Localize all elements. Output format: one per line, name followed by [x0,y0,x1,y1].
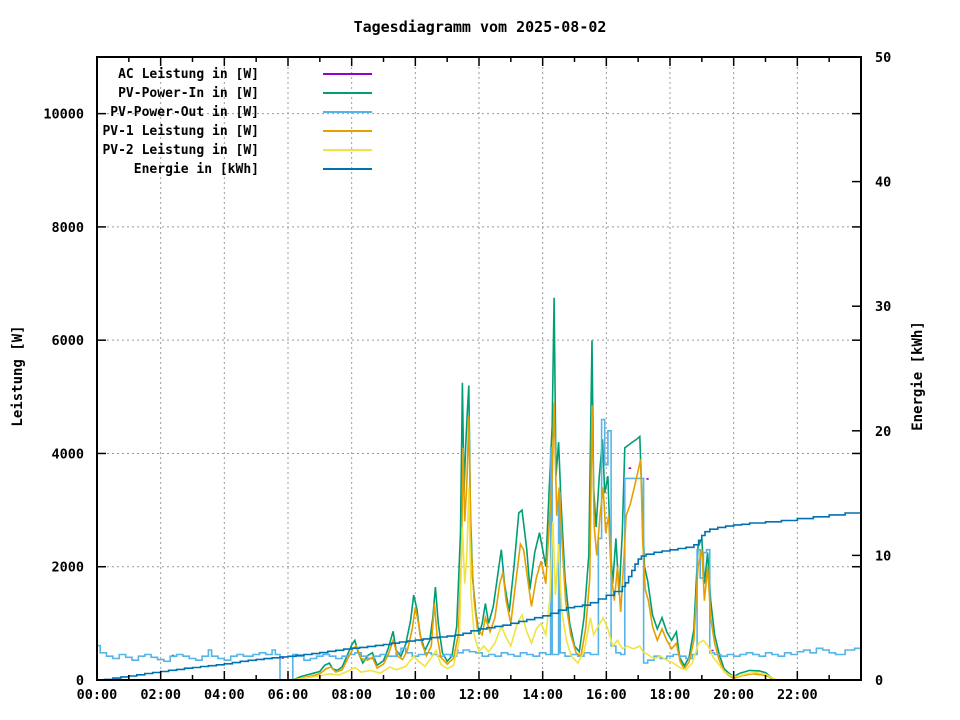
x-tick-label: 04:00 [204,687,245,703]
x-tick-label: 10:00 [395,687,436,703]
y1-tick-label: 10000 [43,107,84,123]
legend-label: PV-Power-Out in [W] [110,105,259,120]
y2-tick-label: 50 [875,50,891,66]
y2-tick-label: 0 [875,673,883,689]
chart-title: Tagesdiagramm vom 2025-08-02 [353,18,607,36]
x-tick-label: 22:00 [777,687,818,703]
x-tick-label: 18:00 [650,687,691,703]
chart: Tagesdiagramm vom 2025-08-02 Leistung [W… [0,0,960,720]
y1-tick-label: 0 [76,673,84,689]
y2-tick-label: 10 [875,548,891,564]
x-tick-label: 20:00 [713,687,754,703]
x-tick-label: 06:00 [268,687,309,703]
legend-label: PV-2 Leistung in [W] [102,143,259,158]
plot-svg: 00:00 02:00 04:00 06:00 08:00 10:00 12:00 14:00… [43,50,891,703]
y2-tick-label: 20 [875,424,891,440]
legend-label: PV-1 Leistung in [W] [102,124,259,139]
y1-tick-label: 8000 [51,220,84,236]
series-line-pv-power-in-in-w- [291,297,776,680]
y-axis-label-left: Leistung [W] [10,325,26,427]
x-tick-label: 12:00 [459,687,500,703]
y1-tick-label: 2000 [51,560,84,576]
legend-label: Energie in [kWh] [134,162,259,177]
legend: AC Leistung in [W] PV-Power-In in [W] PV-P… [102,67,372,177]
y-axis-label-right: Energie [kWh] [910,321,926,431]
x-tick-label: 08:00 [331,687,372,703]
x-tick-label: 14:00 [522,687,563,703]
y2-tick-label: 40 [875,175,891,191]
x-tick-label: 16:00 [586,687,627,703]
legend-label: AC Leistung in [W] [118,67,259,82]
x-tick-label: 02:00 [140,687,181,703]
x-tick-label: 00:00 [77,687,118,703]
legend-label: PV-Power-In in [W] [118,86,259,101]
y2-tick-label: 30 [875,299,891,315]
y1-tick-label: 4000 [51,446,84,462]
y1-tick-label: 6000 [51,333,84,349]
